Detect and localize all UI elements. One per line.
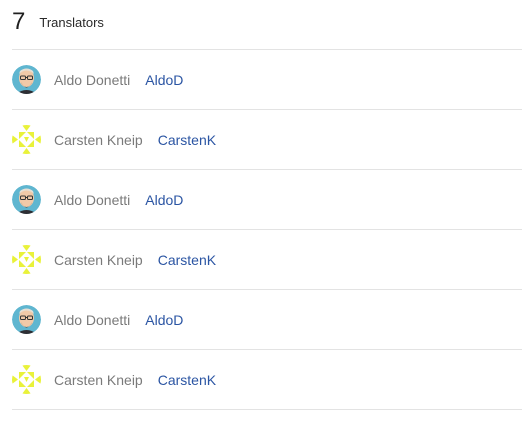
translator-name: Carsten Kneip — [54, 131, 143, 148]
translator-profile-link[interactable]: CarstenK — [158, 252, 216, 268]
translator-name: Aldo Donetti — [54, 311, 131, 328]
translator-list: Aldo Donetti AldoD Carsten Kneip Carsten… — [12, 49, 522, 410]
aldo-avatar[interactable] — [12, 305, 41, 334]
translator-name: Carsten Kneip — [54, 251, 143, 268]
aldo-avatar[interactable] — [12, 65, 41, 94]
list-item: Aldo Donetti AldoD — [12, 170, 522, 230]
translator-profile-link[interactable]: CarstenK — [158, 372, 216, 388]
list-item: Carsten Kneip CarstenK — [12, 350, 522, 410]
translators-header: 7 Translators — [12, 6, 104, 38]
list-item: Carsten Kneip CarstenK — [12, 230, 522, 290]
translator-count: 7 — [12, 8, 26, 35]
translator-name: Aldo Donetti — [54, 71, 131, 88]
translator-profile-link[interactable]: AldoD — [145, 192, 183, 208]
section-title: Translators — [39, 14, 104, 30]
identicon-avatar[interactable] — [12, 125, 41, 154]
list-item: Aldo Donetti AldoD — [12, 50, 522, 110]
list-item: Carsten Kneip CarstenK — [12, 110, 522, 170]
translator-profile-link[interactable]: AldoD — [145, 72, 183, 88]
translator-name: Aldo Donetti — [54, 191, 131, 208]
translator-profile-link[interactable]: AldoD — [145, 312, 183, 328]
aldo-avatar[interactable] — [12, 185, 41, 214]
identicon-avatar[interactable] — [12, 245, 41, 274]
translator-name: Carsten Kneip — [54, 371, 143, 388]
identicon-avatar[interactable] — [12, 365, 41, 394]
translator-profile-link[interactable]: CarstenK — [158, 132, 216, 148]
list-item: Aldo Donetti AldoD — [12, 290, 522, 350]
